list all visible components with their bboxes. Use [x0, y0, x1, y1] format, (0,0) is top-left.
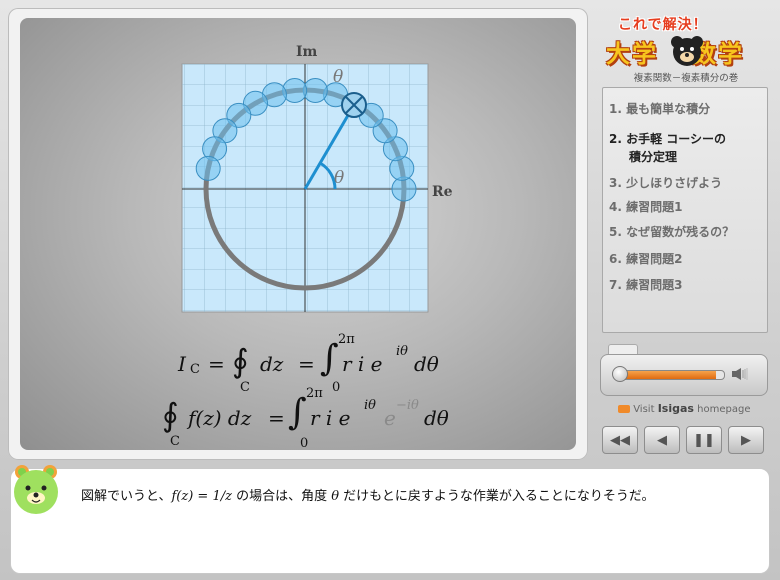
eq2-exp: iθ: [364, 398, 376, 413]
eq2-int-lower: 0: [300, 436, 309, 450]
menu-item-4-label: 練習問題1: [626, 200, 683, 214]
bear-logo-icon: [671, 36, 703, 66]
logo-title-left: 大学: [606, 40, 658, 68]
visit-homepage-link[interactable]: Visit Isigas homepage: [618, 402, 750, 415]
menu-item-2-num: 2.: [609, 132, 622, 146]
track-point: [195, 155, 221, 181]
visit-suffix: homepage: [697, 404, 751, 415]
menu-item-3-label: 少しほりさげよう: [626, 176, 723, 190]
menu-item-7-num: 7.: [609, 278, 622, 292]
progress-knob[interactable]: [612, 366, 628, 382]
menu-item-7[interactable]: 7. 練習問題3: [609, 276, 682, 293]
progress-fill: [616, 371, 717, 379]
chapter-menu: 1. 最も簡単な積分 2. お手軽 コーシーの 積分定理 3. 少しほりさげよう…: [602, 87, 768, 333]
eq1-equals: =: [208, 352, 225, 376]
rewind-icon: ◀◀: [610, 432, 630, 448]
menu-item-4[interactable]: 4. 練習問題1: [609, 198, 682, 215]
menu-item-1-label: 最も簡単な積分: [626, 102, 711, 116]
media-player: [600, 354, 768, 396]
current-point-marker: [341, 92, 367, 118]
eq1-dz: dz: [260, 352, 284, 376]
isigas-logo-icon: [618, 405, 630, 413]
back-button[interactable]: ◀: [644, 426, 680, 454]
eq2-dtheta: dθ: [424, 406, 449, 430]
progress-bar[interactable]: [615, 370, 725, 380]
menu-item-1-num: 1.: [609, 102, 622, 116]
eq1-I-sub: C: [190, 362, 200, 377]
eq1-equals-2: =: [298, 352, 315, 376]
eq1-oint: ∮: [232, 342, 249, 380]
theta-top-label: θ: [333, 67, 343, 87]
pause-icon: ❚❚: [693, 432, 715, 448]
speaker-icon[interactable]: [731, 367, 749, 384]
menu-item-6-num: 6.: [609, 252, 622, 266]
re-label: Re: [432, 184, 453, 200]
im-label: Im: [296, 44, 318, 60]
caption-text: 図解でいうと、f(z) = 1/z の場合は、角度 θ だけもとに戻すような作業…: [81, 487, 721, 506]
rewind-button[interactable]: ◀◀: [602, 426, 638, 454]
caption-box: 図解でいうと、f(z) = 1/z の場合は、角度 θ だけもとに戻すような作業…: [10, 468, 770, 574]
caption-part2: の場合は、角度: [231, 489, 332, 504]
eq2-equals: =: [268, 406, 285, 430]
menu-item-5-label: なぜ留数が残るの？: [626, 225, 735, 239]
eq2-grey-exp: −iθ: [396, 398, 419, 413]
eq2-int-upper: 2π: [306, 386, 323, 401]
menu-item-3-num: 3.: [609, 176, 622, 190]
play-icon: ▶: [741, 432, 751, 448]
theta-angle-label: θ: [334, 168, 344, 188]
menu-item-6[interactable]: 6. 練習問題2: [609, 250, 682, 267]
eq2-oint: ∮: [162, 396, 179, 434]
caption-part3: だけもとに戻すような作業が入ることになりそうだ。: [339, 489, 655, 504]
eq2-fz: f(z) dz: [188, 406, 252, 430]
menu-item-6-label: 練習問題2: [626, 252, 683, 266]
eq1-int-upper: 2π: [338, 332, 355, 347]
menu-item-2-label-line2: 積分定理: [629, 150, 678, 164]
section-subtitle: 複素関数－複素積分の巻: [633, 73, 739, 84]
menu-item-5[interactable]: 5. なぜ留数が残るの？: [609, 223, 734, 240]
back-icon: ◀: [657, 432, 667, 448]
stage: Im Re θ θ I C = ∮ C dz = ∫ 2π 0 r i e iθ…: [8, 8, 588, 460]
eq1-exp: iθ: [396, 344, 408, 359]
eq2-grey-e: e: [384, 406, 396, 430]
eq2-integral: ∫: [288, 392, 307, 433]
pause-button[interactable]: ❚❚: [686, 426, 722, 454]
eq2-oint-sub: C: [170, 434, 180, 449]
equation-1: I C = ∮ C dz = ∫ 2π 0 r i e iθ dθ: [178, 332, 478, 400]
eq1-I: I: [178, 352, 186, 376]
menu-item-4-num: 4.: [609, 200, 622, 214]
visit-prefix: Visit: [633, 404, 655, 415]
menu-item-1[interactable]: 1. 最も簡単な積分: [609, 100, 710, 117]
caption-theta: θ: [331, 489, 340, 504]
play-button[interactable]: ▶: [728, 426, 764, 454]
menu-item-2[interactable]: 2. お手軽 コーシーの: [609, 130, 726, 147]
stage-content: Im Re θ θ I C = ∮ C dz = ∫ 2π 0 r i e iθ…: [20, 18, 576, 450]
caption-math: f(z) = 1/z: [171, 489, 232, 504]
eq1-integral: ∫: [320, 338, 339, 379]
track-point: [282, 78, 308, 103]
menu-item-3[interactable]: 3. 少しほりさげよう: [609, 174, 722, 191]
eq1-body: r i e: [342, 352, 383, 376]
menu-item-5-num: 5.: [609, 225, 622, 239]
visit-brand: Isigas: [657, 402, 694, 415]
equation-2: ∮ C f(z) dz = ∫ 2π 0 r i e iθ e −iθ dθ: [162, 386, 482, 450]
menu-item-7-label: 練習問題3: [626, 278, 683, 292]
eq1-dtheta: dθ: [414, 352, 439, 376]
caption-part1: 図解でいうと、: [81, 489, 172, 504]
menu-item-2-label: お手軽 コーシーの: [626, 132, 727, 146]
logo-tagline: これで解決！: [618, 17, 708, 33]
bear-character-icon: [14, 465, 58, 514]
eq2-body: r i e: [310, 406, 351, 430]
